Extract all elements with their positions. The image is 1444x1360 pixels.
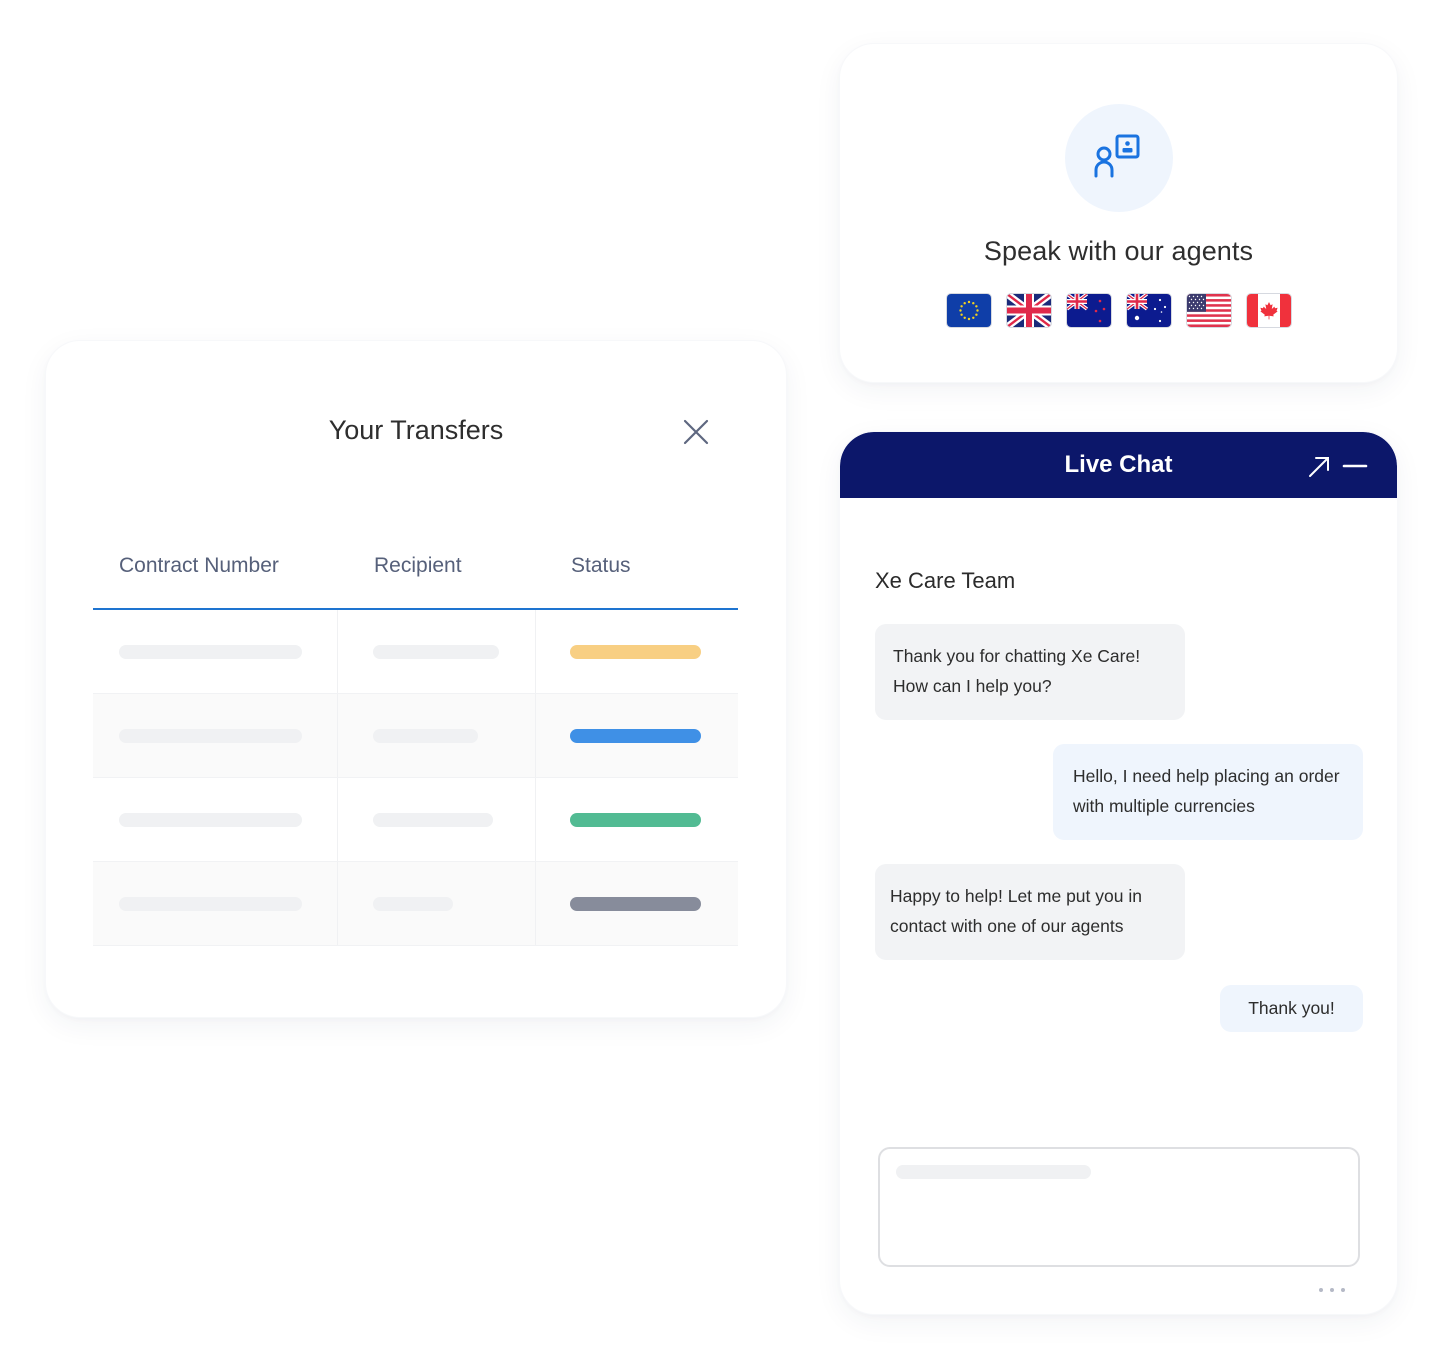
chat-title: Live Chat — [1064, 451, 1173, 478]
status-badge — [570, 896, 701, 911]
recipient-placeholder — [373, 896, 453, 911]
transfers-card: Your Transfers Contract Number Recipient… — [46, 341, 786, 1017]
table-row[interactable] — [93, 694, 738, 778]
flag-eu-icon[interactable] — [947, 294, 991, 327]
table-header: Contract Number Recipient Status — [93, 539, 738, 610]
user-message: Thank you! — [1220, 985, 1363, 1032]
close-icon[interactable] — [680, 419, 712, 452]
flag-us-icon[interactable] — [1187, 294, 1231, 327]
expand-arrow-icon[interactable] — [1308, 456, 1330, 478]
status-badge — [570, 812, 701, 827]
recipient-placeholder — [373, 644, 499, 659]
flag-au-icon[interactable] — [1127, 294, 1171, 327]
transfers-title: Your Transfers — [328, 415, 504, 445]
agent-message: Thank you for chatting Xe Care! How can … — [875, 624, 1185, 720]
column-header-recipient[interactable]: Recipient — [338, 539, 536, 608]
flag-list — [947, 294, 1291, 327]
chat-header: Live Chat — [840, 432, 1397, 498]
table-row[interactable] — [93, 778, 738, 862]
flag-ca-icon[interactable] — [1247, 294, 1291, 327]
live-chat-card: Live Chat Xe Care Team Thank you for cha… — [840, 432, 1397, 1314]
transfers-table: Contract Number Recipient Status — [93, 539, 738, 946]
recipient-placeholder — [373, 728, 478, 743]
flag-uk-icon[interactable] — [1007, 294, 1051, 327]
agents-title: Speak with our agents — [983, 236, 1254, 266]
column-header-status[interactable]: Status — [536, 539, 738, 608]
typing-dots-icon — [1319, 1288, 1345, 1292]
minimize-icon[interactable] — [1342, 456, 1368, 476]
status-badge — [570, 728, 701, 743]
agent-message: Happy to help! Let me put you in contact… — [875, 864, 1185, 960]
table-row[interactable] — [93, 610, 738, 694]
agent-presentation-icon — [1093, 133, 1145, 184]
contract-number-placeholder — [119, 812, 302, 827]
status-badge — [570, 644, 701, 659]
close-button[interactable] — [680, 416, 712, 448]
input-placeholder-skeleton — [896, 1165, 1091, 1179]
chat-message-input[interactable] — [878, 1147, 1360, 1267]
recipient-placeholder — [373, 812, 493, 827]
agent-icon-circle — [1065, 104, 1173, 212]
contract-number-placeholder — [119, 728, 302, 743]
chat-team-name: Xe Care Team — [875, 568, 1016, 593]
contract-number-placeholder — [119, 896, 302, 911]
contract-number-placeholder — [119, 644, 302, 659]
table-row[interactable] — [93, 862, 738, 946]
column-header-contract-number[interactable]: Contract Number — [93, 539, 338, 608]
flag-nz-icon[interactable] — [1067, 294, 1111, 327]
user-message: Hello, I need help placing an order with… — [1053, 744, 1363, 840]
speak-with-agents-card: Speak with our agents — [840, 44, 1397, 382]
